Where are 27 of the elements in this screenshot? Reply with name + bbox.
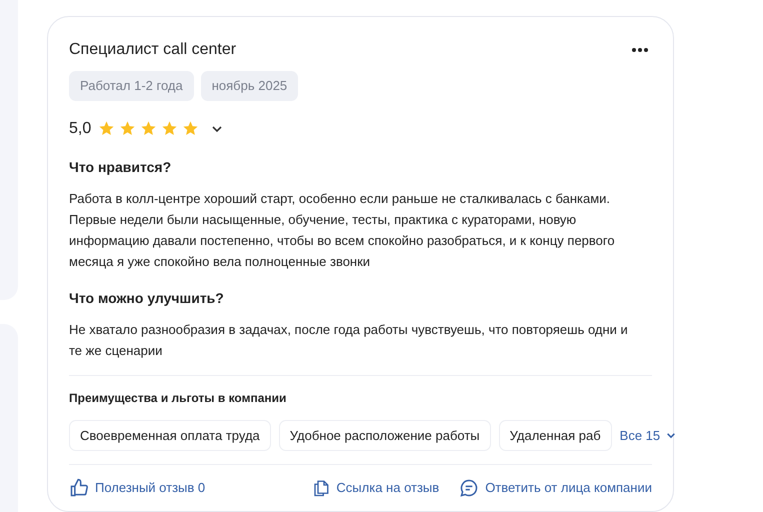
star-icon	[182, 120, 200, 137]
section-heading: Что можно улучшить?	[69, 288, 225, 308]
copy-icon	[312, 478, 330, 498]
review-title: Специалист call center	[69, 40, 236, 60]
star-icon	[140, 120, 158, 137]
chevron-down-icon	[666, 432, 676, 439]
benefit-chip: Удобное расположение работы	[278, 420, 491, 451]
star-icon	[119, 120, 136, 137]
rating-value: 5,0	[69, 118, 92, 138]
more-icon[interactable]	[631, 47, 649, 53]
section-text: Не хватало разнообразия в задачах, после года работы чувствуешь, что повторяешь одни и те же сценарии	[69, 320, 629, 360]
chat-bubble-icon	[459, 478, 480, 498]
tag: ноябрь 2025	[200, 71, 298, 100]
section-text: Работа в колл-центре хороший старт, особенно если раньше не сталкивалась с банками. Первые недели были насыщенные, обучение, тесты, практика с кураторами, новую информацию давали постепенно, чтобы во всем спокойно разобраться, и к концу первого месяца я уже спокойно вела полноценные звонки	[69, 190, 616, 271]
benefit-chip: Удаленная раб	[498, 420, 612, 451]
thumbs-up-icon	[69, 478, 89, 498]
action-link[interactable]: Ответить от лица компании	[459, 478, 652, 498]
section-heading: Что нравится?	[69, 158, 172, 177]
star-icon	[161, 120, 178, 137]
action-link[interactable]: Ссылка на отзыв	[312, 478, 440, 498]
benefits-heading: Преимущества и льготы в компании	[69, 390, 288, 406]
action-link[interactable]: Полезный отзыв 0	[69, 478, 206, 498]
benefit-chip: Своевременная оплата труда	[69, 420, 271, 451]
star-icon	[98, 120, 116, 137]
tag: Работал 1-2 года	[69, 71, 194, 100]
show-all-button[interactable]: Все 15	[620, 426, 676, 445]
chevron-down-icon[interactable]	[211, 124, 224, 132]
